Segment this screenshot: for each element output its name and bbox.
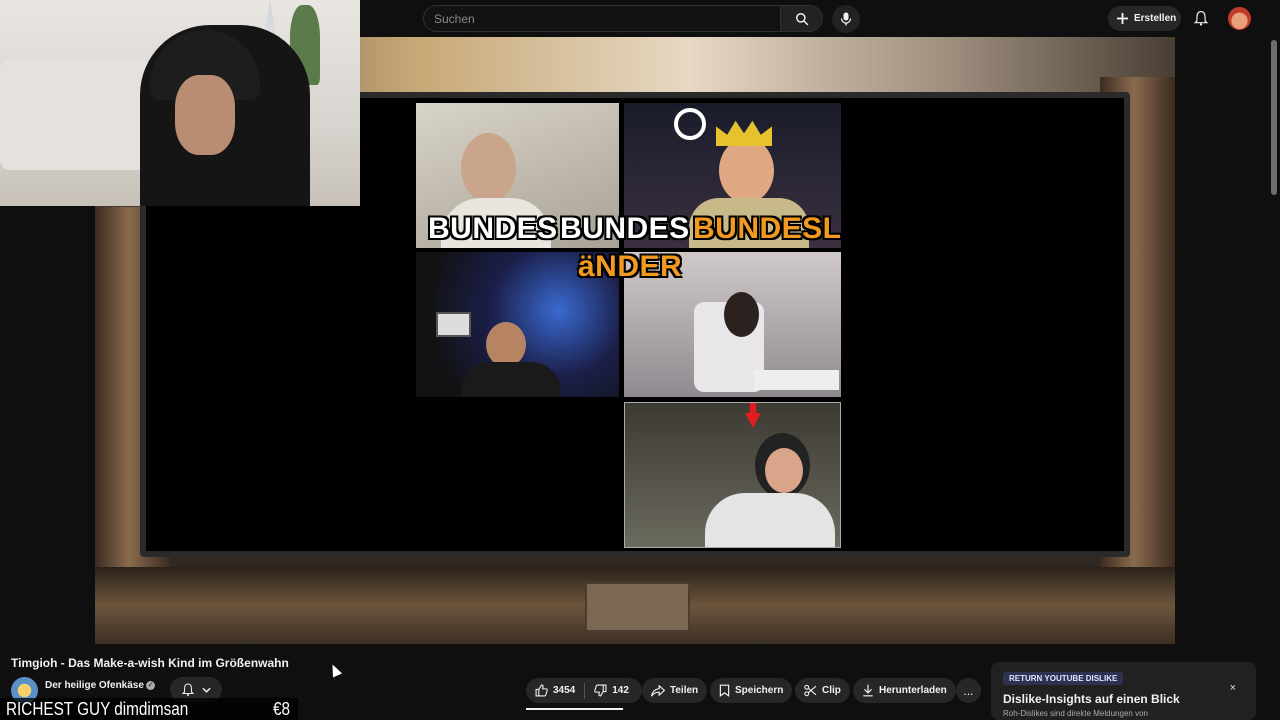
scissors-icon [804,684,817,697]
crown [716,120,772,146]
like-dislike-group: 3454 142 [526,678,642,703]
ryd-subtitle: Roh-Dislikes sind direkte Meldungen von [1003,709,1148,718]
like-button[interactable]: 3454 [526,678,584,703]
voice-search-button[interactable] [832,5,860,33]
create-button[interactable]: Erstellen [1108,6,1181,31]
bell-icon [1194,10,1208,26]
red-arrow [745,403,761,428]
bookmark-icon [719,684,730,697]
share-button[interactable]: Teilen [642,678,708,703]
carved-panel [585,582,690,632]
close-icon[interactable]: × [1230,682,1236,694]
chevron-down-icon [201,687,211,693]
like-count: 3454 [553,685,576,696]
donor-name: RICHEST GUY dimdimsan [6,698,189,719]
like-ratio-bar [526,708,623,710]
account-avatar[interactable] [1228,7,1251,30]
more-actions-button[interactable]: ... [956,678,981,703]
sofa [0,60,150,170]
thumbnail-text-1: BUNDES [428,212,558,245]
clip-button[interactable]: Clip [795,678,850,703]
search-input[interactable] [424,6,780,31]
search-box[interactable] [423,5,781,32]
dislike-count: 142 [612,685,629,696]
dislike-button[interactable]: 142 [585,678,638,703]
video-title: Timgioh - Das Make-a-wish Kind im Größen… [11,656,289,670]
download-icon [863,684,873,697]
share-icon [651,684,665,697]
save-button[interactable]: Speichern [710,678,793,703]
notifications-button[interactable] [1190,7,1212,29]
more-icon: ... [963,683,974,698]
share-label: Teilen [670,685,699,696]
donation-amount: €8 [272,698,290,719]
mic-icon [840,12,852,26]
search-icon [795,12,808,25]
create-label: Erstellen [1134,13,1177,24]
channel-name[interactable]: Der heilige Ofenkäse [45,680,144,691]
stream-donation-overlay: RICHEST GUY dimdimsan €8 [0,698,298,720]
search-button[interactable] [781,5,823,32]
download-button[interactable]: Herunterladen [853,678,956,703]
save-label: Speichern [735,685,784,696]
page-scrollbar[interactable] [1271,40,1277,195]
ryd-card: RETURN YOUTUBE DISLIKE Dislike-Insights … [991,662,1256,720]
ring-light [674,108,706,140]
download-label: Herunterladen [879,685,947,696]
verified-icon: ✓ [146,681,155,690]
ryd-badge: RETURN YOUTUBE DISLIKE [1003,672,1124,685]
bell-icon [181,683,194,696]
thumbs-up-icon [535,684,548,697]
ryd-title: Dislike-Insights auf einen Blick [1003,692,1180,706]
streamer-face [175,75,235,155]
thumbnail-text-2: BUNDES [560,212,690,245]
thumbnail-text-3: BUNDESL [693,212,842,245]
webcam-overlay [0,0,360,206]
plus-icon [1117,13,1128,24]
thumbs-down-icon [594,684,607,697]
thumbnail-text-4: äNDER [578,250,683,283]
thumbnail-tile-5 [624,402,841,548]
clip-label: Clip [822,685,841,696]
